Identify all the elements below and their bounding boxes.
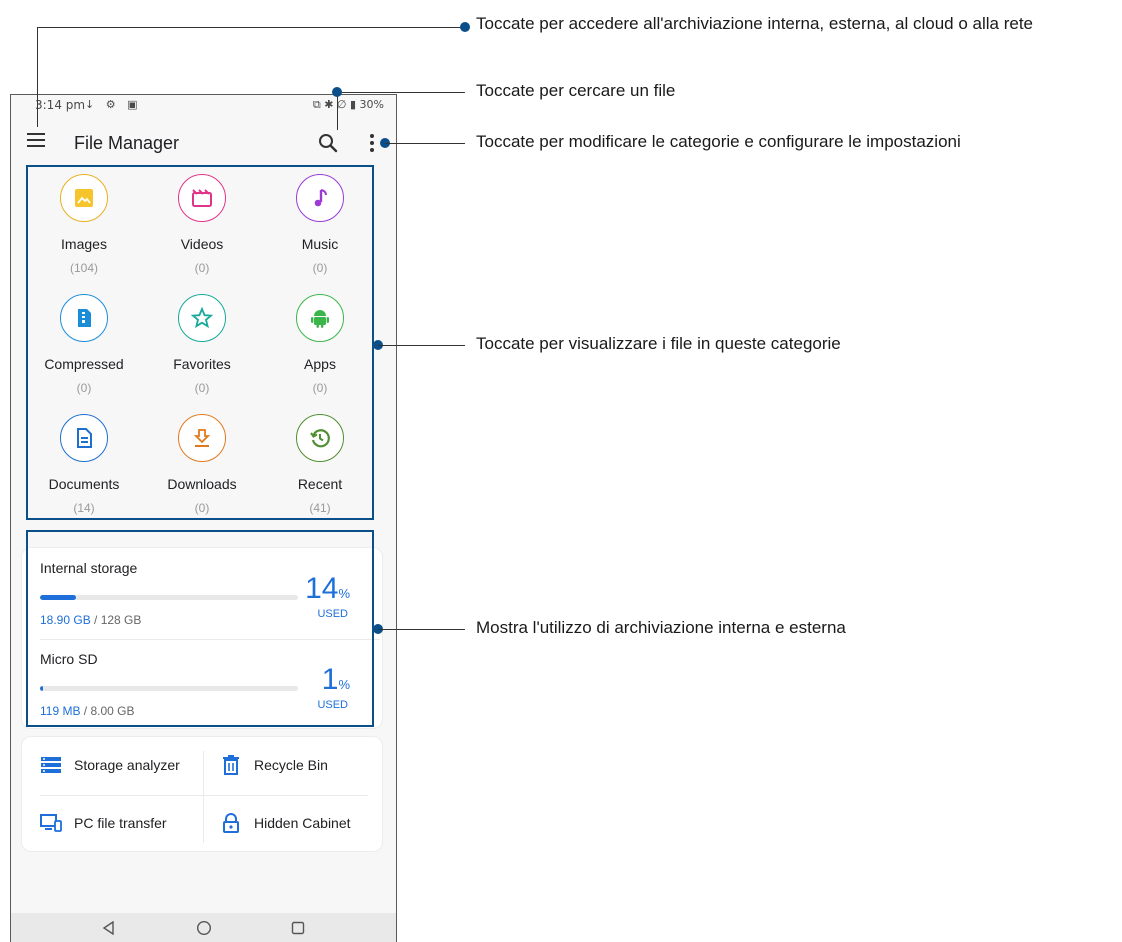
trash-icon: [220, 754, 242, 776]
status-bar: 3:14 pm ↓ ⚙ ▣ ⧉ ✱ ∅ ▮ 30%: [11, 95, 396, 117]
callout-more: Toccate per modificare le categorie e co…: [476, 132, 961, 151]
back-icon[interactable]: [98, 917, 120, 939]
home-icon[interactable]: [193, 917, 215, 939]
tool-label: Hidden Cabinet: [254, 815, 351, 831]
status-icons-right: ⧉ ✱ ∅ ▮ 30%: [312, 98, 384, 111]
callout-categories: Toccate per visualizzare i file in quest…: [476, 334, 841, 353]
callout-menu: Toccate per accedere all'archiviazione i…: [476, 14, 1034, 33]
tools-card: Storage analyzer Recycle Bin PC file tra…: [21, 736, 383, 852]
recents-icon[interactable]: [287, 917, 309, 939]
pc-transfer-icon: [40, 812, 62, 834]
leader-line: [378, 345, 465, 346]
leader-line: [37, 27, 38, 127]
status-icons-left: ↓ ⚙ ▣: [85, 98, 142, 111]
callout-dot: [332, 87, 342, 97]
divider: [40, 795, 368, 796]
storage-analyzer-icon: [40, 754, 62, 776]
search-icon[interactable]: [316, 131, 340, 155]
callout-search: Toccate per cercare un file: [476, 81, 676, 100]
menu-icon[interactable]: [27, 133, 45, 149]
divider: [203, 751, 204, 843]
more-options-icon[interactable]: [366, 131, 378, 155]
leader-line: [378, 629, 465, 630]
leader-line: [337, 92, 465, 93]
callout-storage: Mostra l'utilizzo di archiviazione inter…: [476, 618, 846, 637]
pc-file-transfer-button[interactable]: PC file transfer: [40, 803, 167, 843]
tool-label: Storage analyzer: [74, 757, 180, 773]
categories-highlight-box: [26, 165, 374, 520]
navigation-bar: [11, 913, 396, 942]
leader-line: [385, 143, 465, 144]
status-time: 3:14 pm: [35, 98, 86, 112]
storage-highlight-box: [26, 530, 374, 727]
app-bar: File Manager: [11, 121, 396, 165]
storage-analyzer-button[interactable]: Storage analyzer: [40, 745, 180, 785]
leader-line: [337, 92, 338, 130]
leader-line: [37, 27, 465, 28]
tool-label: Recycle Bin: [254, 757, 328, 773]
hidden-cabinet-button[interactable]: Hidden Cabinet: [220, 803, 351, 843]
recycle-bin-button[interactable]: Recycle Bin: [220, 745, 328, 785]
tool-label: PC file transfer: [74, 815, 167, 831]
app-title: File Manager: [74, 133, 180, 153]
callout-dot: [460, 22, 470, 32]
lock-icon: [220, 812, 242, 834]
